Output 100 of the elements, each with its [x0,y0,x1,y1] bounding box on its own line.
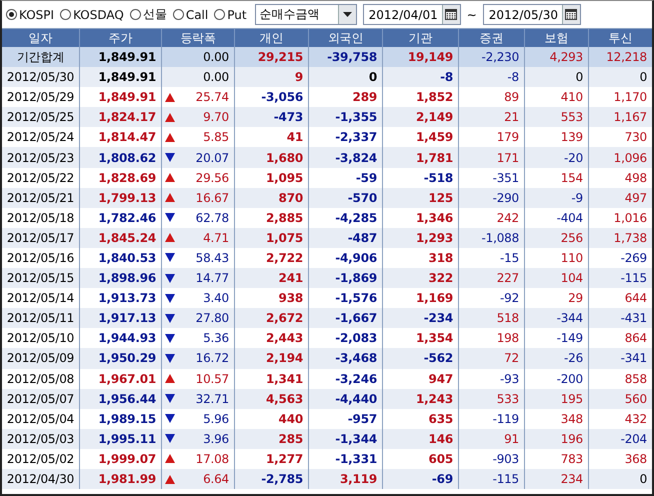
column-header[interactable]: 보험 [525,29,589,47]
table-cell: -115 [459,468,525,490]
table-cell: 1,849.91 [80,47,162,68]
column-header[interactable]: 기관 [383,29,459,47]
table-cell: 1,898.96 [80,268,162,288]
column-header[interactable]: 증권 [459,29,525,47]
table-cell: 2012/04/30 [2,468,80,490]
table-cell: 9 [235,67,309,88]
table-cell: 125 [383,188,459,208]
table-cell-text: -269 [620,250,648,267]
table-cell: -2,230 [459,47,525,68]
table-cell: 3.40 [203,291,229,306]
table-cell-text: 858 [624,370,648,388]
table-cell: -570 [309,188,383,208]
table-cell: -4,440 [309,388,383,409]
table-cell: 2012/05/09 [2,348,80,368]
table-cell: 241 [235,268,309,288]
table-cell: 2,194 [235,348,309,368]
table-cell-text: 644 [624,290,648,308]
table-cell: 16.72 [196,351,229,366]
table-cell: 1,995.11 [80,428,162,449]
table-cell: 5.36 [203,331,229,346]
market-radio[interactable]: Call [172,8,208,22]
table-cell: -341 [589,348,652,368]
table-cell: 2012/05/07 [2,388,80,409]
table-cell: 58.43 [196,250,229,265]
table-cell: 196 [525,428,589,449]
table-cell: 322 [383,268,459,288]
table-cell: -1,355 [309,107,383,128]
table-cell: 870 [235,188,309,208]
table-cell: 2012/05/25 [2,107,80,128]
table-cell: -2,785 [235,468,309,490]
column-header[interactable]: 외국인 [309,29,383,47]
table-cell: -234 [383,308,459,328]
table-cell: 0 [525,67,589,88]
table-cell: 1,680 [235,147,309,168]
table-cell: -20 [525,147,589,168]
table-cell: 2012/05/21 [2,188,80,208]
table-cell: -344 [525,308,589,328]
column-header[interactable]: 개인 [235,29,309,47]
table-cell: -8 [459,67,525,88]
table-cell: 91 [459,428,525,449]
table-cell: 285 [235,428,309,449]
table-cell: 4,563 [235,388,309,409]
table-cell: 2,149 [383,107,459,128]
range-separator: ~ [466,8,477,22]
table-cell: 2012/05/15 [2,268,80,288]
table-cell: 27.80 [196,311,229,326]
end-date-field[interactable]: 2012/05/30 [482,4,581,25]
table-cell: 256 [525,228,589,248]
table-cell: -3,468 [309,348,383,368]
table-cell: 104 [525,268,589,288]
table-cell: 32.71 [196,392,229,406]
table-cell: 553 [525,107,589,128]
table-cell: 1,738 [589,228,652,248]
table-cell: 1,845.24 [80,228,162,248]
market-radio[interactable]: KOSPI [6,8,54,22]
table-cell: 1,167 [589,107,652,128]
table-cell: -3,824 [309,147,383,168]
table-cell: 72 [459,348,525,368]
table-cell: 29.56 [196,170,229,185]
table-cell-text: 730 [624,129,648,146]
table-cell: 1,956.44 [80,388,162,409]
column-header[interactable]: 주가 [80,29,162,47]
table-cell: 62.78 [196,210,229,225]
table-cell-text: 1,170 [612,89,648,106]
table-cell: 2012/05/17 [2,228,80,248]
column-header[interactable]: 투신 [589,29,652,47]
market-radio[interactable]: Put [214,8,247,22]
table-cell-text: 1,016 [612,210,648,227]
table-cell: 234 [525,468,589,490]
table-cell: -473 [235,107,309,128]
table-cell: 6.64 [203,472,229,486]
table-cell: -1,869 [309,268,383,288]
table-cell: 14.77 [196,271,229,286]
table-cell: 1,243 [383,388,459,409]
start-date-field[interactable]: 2012/04/01 [362,4,461,25]
market-radio[interactable]: 선물 [130,6,167,23]
table-cell-text: 432 [624,410,648,428]
table-cell: -431 [589,308,652,328]
table-cell: 0 [309,67,383,88]
column-header[interactable]: 일자 [2,29,80,47]
table-cell: 1,075 [235,228,309,248]
table-cell: 5.96 [203,412,229,426]
table-cell: 1,799.13 [80,188,162,208]
metric-dropdown[interactable]: 순매수금액 [254,4,357,25]
table-cell: 0 [589,67,652,88]
table-cell: -39,758 [309,47,383,68]
column-header[interactable]: 등락폭 [162,29,235,47]
table-cell-text: 498 [624,170,648,187]
table-cell: 533 [459,388,525,409]
table-cell: 12,218 [589,47,652,68]
table-cell: 3.96 [203,432,229,446]
table-cell: 146 [383,428,459,449]
table-cell: 25.74 [196,90,229,104]
table-cell: 20.07 [196,150,229,165]
market-radio[interactable]: KOSDAQ [60,8,124,22]
table-cell: 4.71 [203,230,229,245]
table-cell: 16.67 [196,190,229,205]
table-cell: 518 [459,308,525,328]
